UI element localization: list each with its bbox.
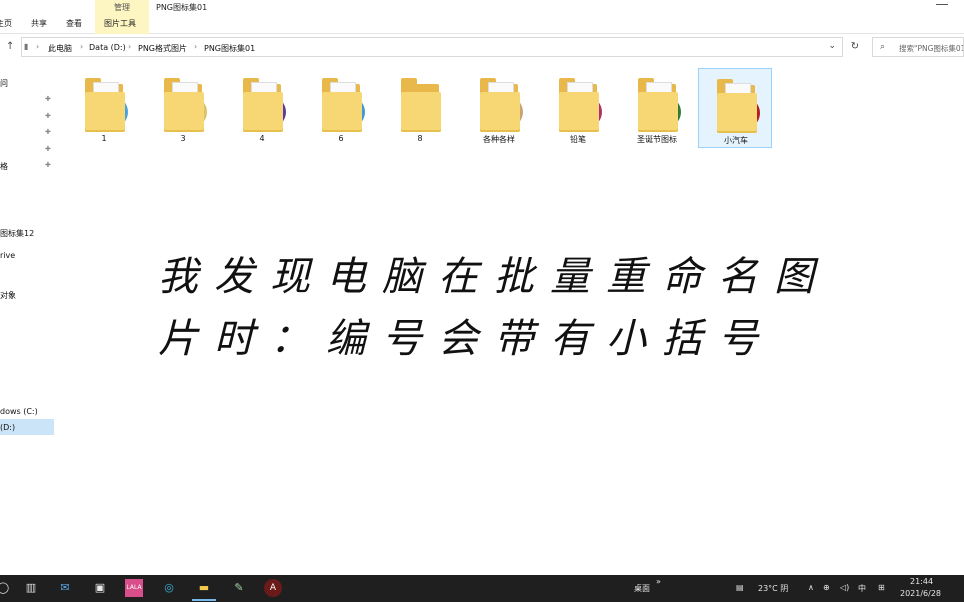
toolbar-chevron-icon[interactable]: » xyxy=(656,577,661,586)
breadcrumb-separator: › xyxy=(80,42,84,51)
clock-time[interactable]: 21:44 xyxy=(910,577,933,586)
chevron-down-icon[interactable]: ⌄ xyxy=(828,41,836,51)
folder-item[interactable]: 铅笔 xyxy=(541,68,615,148)
handwritten-caption-line-2: 片时：编号会带有小括号 xyxy=(158,316,774,362)
folder-name: 6 xyxy=(338,134,344,143)
network-icon[interactable]: ⊕ xyxy=(823,583,830,592)
folder-icon xyxy=(243,74,286,132)
folder-small-icon: ▮ xyxy=(24,42,29,51)
breadcrumb-separator: › xyxy=(36,42,40,51)
start-icon[interactable]: ◯ xyxy=(0,579,12,597)
pin-icon[interactable]: ✚ xyxy=(45,112,51,120)
context-group-label[interactable]: 管理 xyxy=(95,2,149,13)
folder-item[interactable]: 1 xyxy=(67,68,141,148)
folder-name: 3 xyxy=(180,134,186,143)
tab-view[interactable]: 查看 xyxy=(66,18,82,29)
navigation-bar: ↑ ▮ › 此电脑 › Data (D:) › PNG格式图片 › PNG图标集… xyxy=(0,35,964,59)
minimize-icon[interactable] xyxy=(936,4,948,5)
volume-icon[interactable]: ◁) xyxy=(840,583,849,592)
sidebar-item-icon-set-12[interactable]: 图标集12 xyxy=(0,228,34,239)
app-pink-icon[interactable]: LALA xyxy=(125,579,143,597)
ribbon: 管理 PNG图标集01 主页 共享 查看 图片工具 xyxy=(0,0,964,34)
sidebar-item-3d-objects[interactable]: 对象 xyxy=(0,290,16,301)
folder-item[interactable]: 圣诞节图标 xyxy=(620,68,694,148)
store-icon[interactable]: ▣ xyxy=(91,579,109,597)
active-app-indicator xyxy=(192,599,216,601)
pin-icon[interactable]: ✚ xyxy=(45,161,51,169)
pin-icon[interactable]: ✚ xyxy=(45,128,51,136)
folder-name: 各种各样 xyxy=(483,135,515,144)
breadcrumb-current[interactable]: PNG图标集01 xyxy=(204,43,255,54)
ime-indicator[interactable]: 中 xyxy=(858,583,866,594)
handwritten-caption-line-1: 我发现电脑在批量重命名图 xyxy=(158,254,830,300)
edge-icon[interactable]: ◎ xyxy=(160,579,178,597)
window-title: PNG图标集01 xyxy=(156,3,208,12)
pin-icon[interactable]: ✚ xyxy=(45,145,51,153)
explorer-window: 管理 PNG图标集01 主页 共享 查看 图片工具 ↑ ▮ › 此电脑 › Da… xyxy=(0,0,964,602)
breadcrumb-data-drive[interactable]: Data (D:) xyxy=(89,43,126,52)
folder-name: 铅笔 xyxy=(570,135,586,144)
notepad-icon[interactable]: ✎ xyxy=(230,579,248,597)
folder-item[interactable]: 小汽车 xyxy=(698,68,772,148)
show-hidden-icons-chevron-icon[interactable]: ∧ xyxy=(808,583,814,592)
folder-item[interactable]: 8 xyxy=(383,68,457,148)
search-box[interactable]: ⌕ 搜索"PNG图标集01" xyxy=(872,37,964,57)
folder-icon xyxy=(164,74,207,132)
clock-date[interactable]: 2021/6/28 xyxy=(900,589,941,598)
folder-icon xyxy=(559,74,602,132)
sidebar-item-pinned[interactable]: 格 xyxy=(0,161,8,172)
folder-item[interactable]: 各种各样 xyxy=(462,68,536,148)
folder-item[interactable]: 6 xyxy=(304,68,378,148)
tab-share[interactable]: 共享 xyxy=(31,18,47,29)
sidebar-item-windows-c[interactable]: dows (C:) xyxy=(0,407,38,416)
breadcrumb-this-pc[interactable]: 此电脑 xyxy=(48,43,72,54)
taskbar: ◯ ▥ ✉ ▣ LALA ◎ ▬ ✎ A 桌面 » ▤ 23°C 阴 ∧ ⊕ ◁… xyxy=(0,575,964,602)
sidebar-item-data-d[interactable]: (D:) xyxy=(0,423,15,432)
address-bar[interactable]: ▮ › 此电脑 › Data (D:) › PNG格式图片 › PNG图标集01… xyxy=(21,37,843,57)
tab-home[interactable]: 主页 xyxy=(0,18,12,29)
folder-icon xyxy=(85,74,128,132)
folder-name: 圣诞节图标 xyxy=(637,135,677,144)
search-icon: ⌕ xyxy=(880,42,886,52)
app-red-icon[interactable]: A xyxy=(264,579,282,597)
mail-icon[interactable]: ✉ xyxy=(56,579,74,597)
weather-icon[interactable]: ▤ xyxy=(736,583,744,592)
folder-icon xyxy=(638,74,681,132)
folder-icon xyxy=(480,74,523,132)
folder-icon xyxy=(401,74,441,132)
breadcrumb-png-folder[interactable]: PNG格式图片 xyxy=(138,43,187,54)
folder-icon xyxy=(717,75,760,133)
tab-picture-tools[interactable]: 图片工具 xyxy=(104,18,136,29)
sidebar-item-onedrive[interactable]: rive xyxy=(0,251,15,260)
file-explorer-icon[interactable]: ▬ xyxy=(195,579,213,597)
desktop-toolbar-label[interactable]: 桌面 xyxy=(634,583,650,594)
breadcrumb-separator: › xyxy=(194,42,198,51)
breadcrumb-separator: › xyxy=(128,42,132,51)
folder-name: 1 xyxy=(101,134,107,143)
up-arrow-icon[interactable]: ↑ xyxy=(6,41,14,52)
folder-item[interactable]: 4 xyxy=(225,68,299,148)
folder-icon xyxy=(322,74,365,132)
input-mode-icon[interactable]: ⊞ xyxy=(878,583,885,592)
folder-name: 小汽车 xyxy=(724,136,748,145)
sidebar-item-quick-access[interactable]: 问 xyxy=(0,78,8,89)
task-view-icon[interactable]: ▥ xyxy=(22,579,40,597)
weather-text[interactable]: 23°C 阴 xyxy=(758,583,788,594)
refresh-icon[interactable]: ↻ xyxy=(846,38,864,56)
folder-item[interactable]: 3 xyxy=(146,68,220,148)
folder-name: 4 xyxy=(259,134,265,143)
pin-icon[interactable]: ✚ xyxy=(45,95,51,103)
folder-name: 8 xyxy=(417,134,423,143)
search-input[interactable]: 搜索"PNG图标集01" xyxy=(899,43,963,54)
